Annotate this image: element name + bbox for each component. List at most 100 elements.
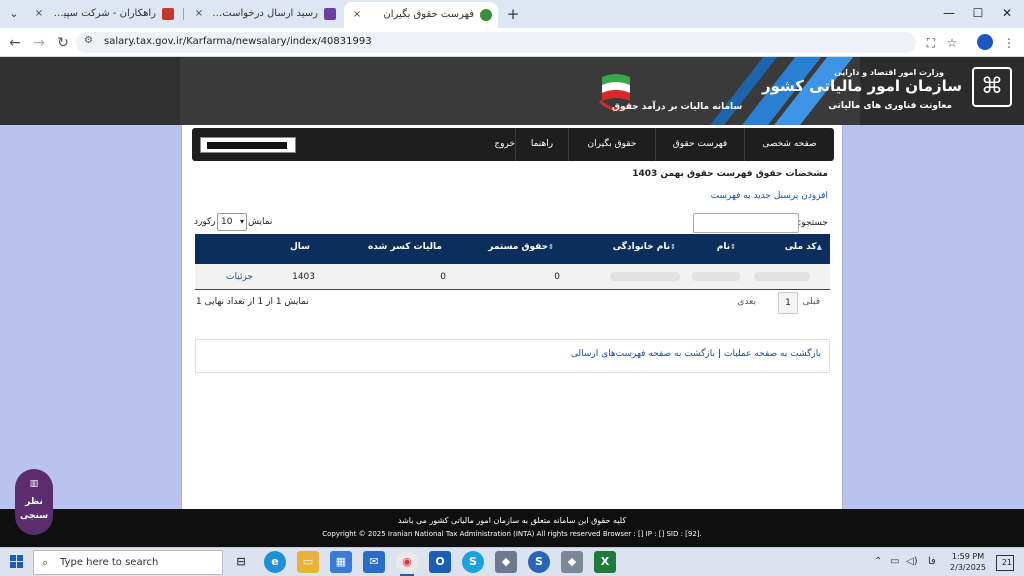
pager-next[interactable]: بعدی — [737, 297, 756, 307]
cell-year: 1403 — [292, 272, 315, 282]
back-arrow-icon[interactable]: ← — [6, 34, 24, 52]
col-last-name[interactable]: ⇕نام خانوادگی — [613, 234, 678, 264]
rahkaran-favicon-icon — [162, 8, 174, 20]
content-panel: صفحه شخصی فهرست حقوق حقوق بگیران راهنما … — [181, 125, 843, 509]
maximize-button[interactable]: ☐ — [963, 4, 993, 22]
col-tax[interactable]: مالیات کسر شده — [368, 234, 442, 264]
pager-current-page[interactable]: 1 — [778, 292, 798, 314]
outlook-icon[interactable]: O — [429, 551, 451, 573]
tab-label: فهرست حقوق بگیران — [383, 9, 474, 20]
tab-rahkaran[interactable]: راهکاران - شرکت سپیدار سیستم آ... × — [26, 3, 180, 25]
address-bar[interactable]: ⚙ salary.tax.gov.ir/Karfarma/newsalary/i… — [76, 32, 916, 53]
tab-salary-list[interactable]: فهرست حقوق بگیران × — [344, 2, 498, 28]
task-view-icon[interactable]: ⊟ — [230, 551, 252, 573]
org-subtitle: معاونت فناوری های مالیاتی — [828, 101, 952, 111]
col-label: کد ملی — [784, 242, 817, 252]
page-title: مشخصات حقوق فهرست حقوق بهمن 1403 — [632, 169, 828, 179]
col-national-code[interactable]: ▲کد ملی — [785, 234, 824, 264]
chart-icon: ▥ — [29, 479, 39, 489]
survey-button[interactable]: ▥ نظر سنجی — [15, 469, 53, 535]
clock-time: 1:59 PM — [951, 552, 985, 561]
network-icon[interactable]: ▭ — [890, 556, 899, 567]
header-texture — [0, 57, 180, 125]
sort-icon: ⇕ — [730, 243, 736, 251]
store-icon[interactable]: ▦ — [330, 551, 352, 573]
site-info-icon[interactable]: ⚙ — [84, 35, 93, 46]
menu-personal-page[interactable]: صفحه شخصی — [744, 128, 834, 161]
back-to-lists-link[interactable]: بازگشت به صفحه فهرست‌های ارسالی — [571, 349, 715, 359]
col-label: حقوق مستمر — [488, 242, 549, 252]
details-link[interactable]: جزئیات — [226, 264, 253, 290]
ministry-name: وزارت امور اقتصاد و دارایی — [834, 68, 944, 77]
col-label: نام خانوادگی — [612, 242, 671, 252]
tab-close-icon[interactable]: × — [350, 2, 364, 28]
browser-menu-icon[interactable]: ⋮ — [1000, 34, 1018, 52]
edge-icon[interactable]: e — [264, 551, 286, 573]
profile-avatar-icon[interactable] — [977, 34, 993, 50]
windows-start-icon[interactable] — [10, 555, 24, 569]
app-icon[interactable]: ◆ — [495, 551, 517, 573]
cell-tax: 0 — [440, 272, 446, 282]
col-label: مالیات کسر شده — [367, 242, 442, 252]
col-year[interactable]: سال — [290, 234, 310, 264]
clock-date: 2/3/2025 — [950, 563, 986, 572]
menu-help[interactable]: راهنما — [515, 128, 568, 161]
system-clock[interactable]: 1:59 PM 2/3/2025 — [948, 551, 988, 573]
chevron-down-icon: ▾ — [239, 217, 244, 226]
reload-icon[interactable]: ↻ — [54, 34, 72, 52]
taskbar-search[interactable]: ⌕ Type here to search — [33, 550, 223, 575]
menu-salary-list[interactable]: فهرست حقوق — [655, 128, 744, 161]
forward-arrow-icon[interactable]: → — [30, 34, 48, 52]
tab-receipt[interactable]: رسید ارسال درخواست به کارپوشه × — [186, 3, 342, 25]
main-menu: صفحه شخصی فهرست حقوق حقوق بگیران راهنما … — [192, 128, 834, 161]
close-window-button[interactable]: ✕ — [992, 4, 1022, 22]
pagination: قبلی 1 بعدی — [730, 292, 820, 314]
table-header: ▲کد ملی ⇕نام ⇕نام خانوادگی ⇕حقوق مستمر م… — [195, 234, 830, 264]
col-label: نام — [716, 242, 731, 252]
minimize-button[interactable]: — — [934, 4, 964, 22]
length-show-label: نمایش — [248, 217, 273, 227]
back-links: بازگشت به صفحه عملیات|بازگشت به صفحه فهر… — [571, 349, 821, 359]
language-indicator[interactable]: فا — [928, 556, 936, 567]
skype-icon[interactable]: S — [462, 551, 484, 573]
tab-close-icon[interactable]: × — [192, 3, 206, 25]
redacted-first-name — [692, 272, 740, 281]
chrome-icon[interactable]: ◉ — [396, 551, 418, 573]
translate-icon[interactable]: ⛶ — [922, 34, 940, 52]
col-first-name[interactable]: ⇕نام — [717, 234, 738, 264]
search-input[interactable] — [693, 213, 799, 233]
menu-logout[interactable]: خروج — [494, 128, 515, 161]
taskbar-search-placeholder: Type here to search — [60, 557, 159, 568]
file-explorer-icon[interactable]: ▭ — [297, 551, 319, 573]
sort-icon: ⇕ — [548, 243, 554, 251]
volume-icon[interactable]: ◁) — [906, 556, 918, 567]
tab-search-dropdown-icon[interactable]: ⌄ — [4, 5, 24, 23]
excel-icon[interactable]: X — [594, 551, 616, 573]
new-tab-button[interactable]: + — [503, 4, 523, 24]
app-icon[interactable]: ◆ — [561, 551, 583, 573]
add-personnel-link[interactable]: افزودن پرسنل جدید به فهرست — [711, 191, 828, 201]
notification-icon[interactable]: 21 — [996, 555, 1014, 571]
karpooshe-favicon-icon — [324, 8, 336, 20]
menu-employees[interactable]: حقوق بگیران — [568, 128, 655, 161]
mail-icon[interactable]: ✉ — [363, 551, 385, 573]
skype-business-icon[interactable]: S — [528, 551, 550, 573]
length-records-label: رکورد — [194, 217, 216, 227]
tab-close-icon[interactable]: × — [32, 3, 46, 25]
search-label: جستجو: — [798, 218, 828, 228]
pager-previous[interactable]: قبلی — [803, 297, 821, 307]
page-length-select[interactable]: 10 ▾ — [217, 213, 247, 231]
browser-toolbar: ← → ↻ ⚙ salary.tax.gov.ir/Karfarma/newsa… — [0, 28, 1024, 57]
col-salary[interactable]: ⇕حقوق مستمر — [488, 234, 556, 264]
redacted-last-name — [610, 272, 680, 281]
search-icon: ⌕ — [42, 556, 49, 569]
bookmark-star-icon[interactable]: ☆ — [943, 34, 961, 52]
footer-rights: کلیه حقوق این سامانه متعلق به سازمان امو… — [397, 516, 627, 525]
back-to-operations-link[interactable]: بازگشت به صفحه عملیات — [724, 349, 821, 359]
inta-logo-icon: ⌘ — [972, 67, 1012, 107]
table-info: نمایش 1 از 1 از تعداد نهایی 1 — [196, 297, 309, 307]
windows-taskbar: ⌕ Type here to search ⊟ e ▭ ▦ ✉ ◉ O S ◆ … — [0, 547, 1024, 576]
redacted-username — [207, 142, 287, 149]
url-text[interactable]: salary.tax.gov.ir/Karfarma/newsalary/ind… — [104, 36, 372, 47]
chevron-up-icon[interactable]: ⌃ — [874, 556, 882, 567]
